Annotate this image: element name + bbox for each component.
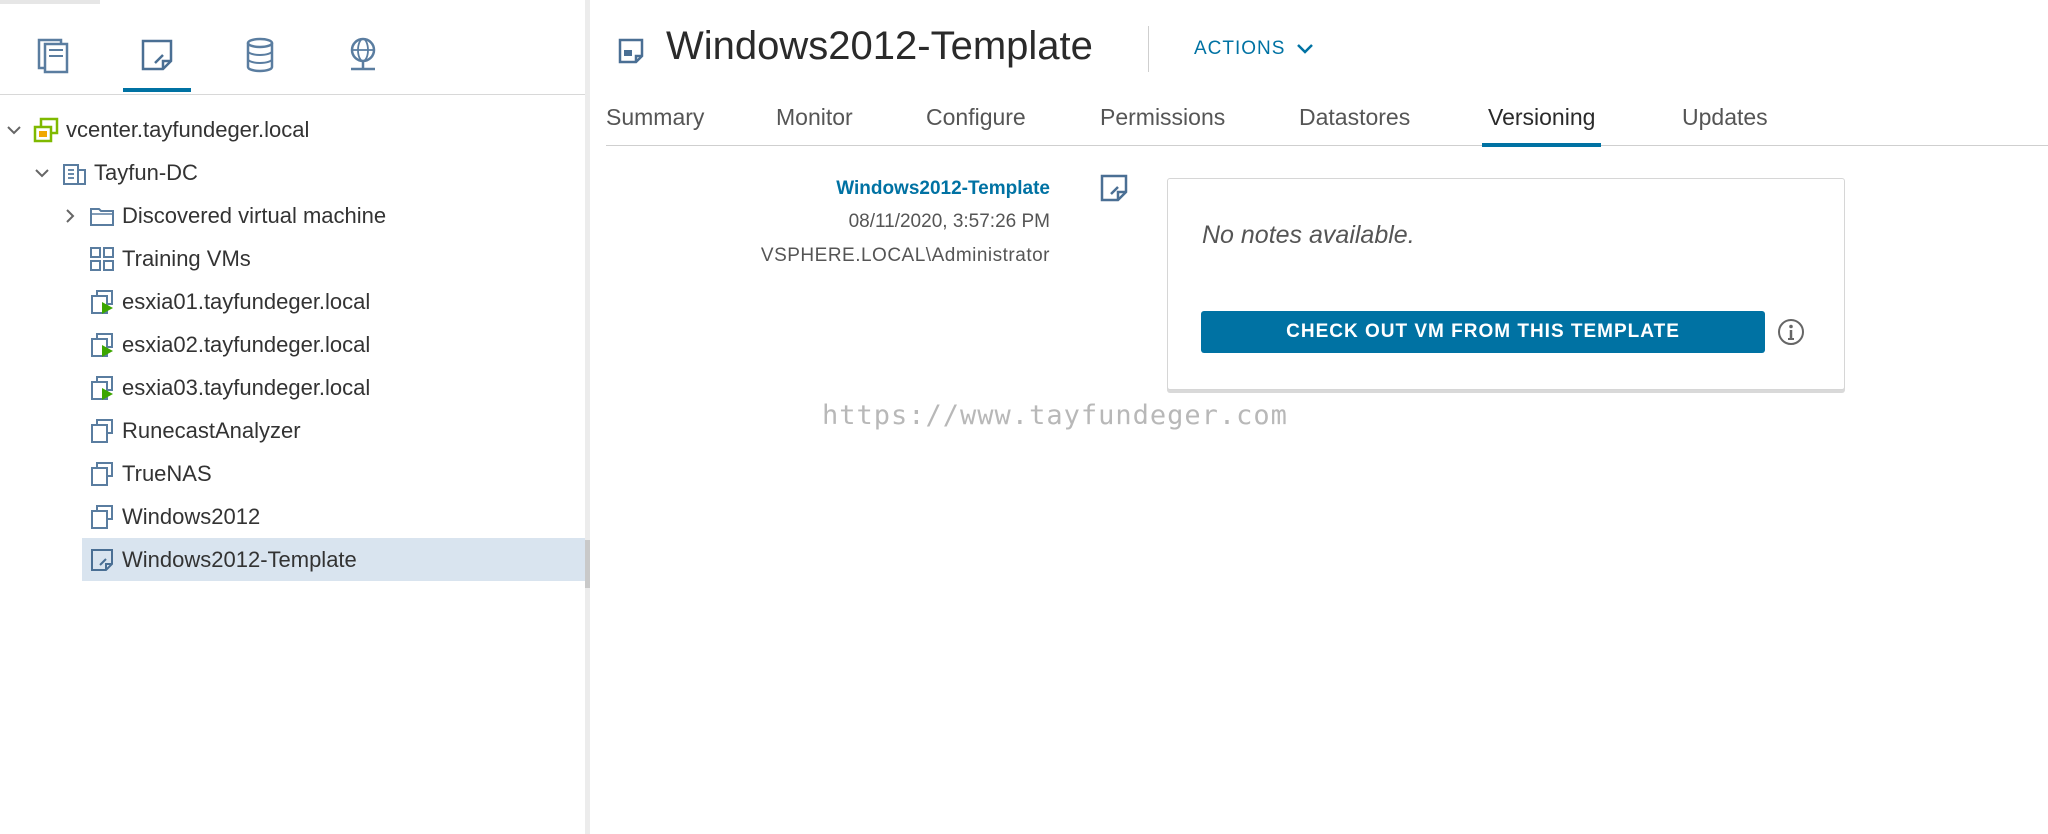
tab-monitor[interactable]: Monitor [776, 100, 853, 146]
navigator-tabs [0, 0, 589, 95]
tree-item-label: Tayfun-DC [94, 159, 198, 185]
version-name-link[interactable]: Windows2012-Template [836, 178, 1050, 200]
chevron-down-icon[interactable] [2, 118, 26, 142]
tree-item-vm-esxia03[interactable]: esxia03.tayfundeger.local [88, 366, 582, 409]
watermark-text: https://www.tayfundeger.com [822, 400, 1288, 431]
vm-template-icon [1100, 174, 1128, 202]
tree-item-datacenter[interactable]: Tayfun-DC [30, 151, 582, 194]
vm-template-icon [618, 38, 644, 64]
tree-item-label: Training VMs [122, 245, 251, 271]
object-tabs: Summary Monitor Configure Permissions Da… [606, 100, 2048, 147]
notes-text: No notes available. [1202, 221, 1415, 249]
vm-icon [88, 417, 116, 445]
chevron-down-icon[interactable] [30, 161, 54, 185]
datastore-icon [246, 37, 274, 73]
header-divider [1148, 26, 1149, 72]
chevron-down-icon [1297, 44, 1314, 54]
nav-tab-hosts-and-clusters[interactable] [20, 28, 88, 92]
folder-icon [88, 202, 116, 230]
tab-datastores[interactable]: Datastores [1299, 100, 1410, 146]
tab-configure[interactable]: Configure [926, 100, 1026, 146]
vm-icon [88, 460, 116, 488]
vcenter-icon [32, 116, 60, 144]
tree-item-vm-runecast[interactable]: RunecastAnalyzer [88, 409, 582, 452]
tab-permissions[interactable]: Permissions [1100, 100, 1225, 146]
vm-template-icon [88, 546, 116, 574]
actions-label: ACTIONS [1194, 38, 1286, 59]
tree-item-template-windows2012[interactable]: Windows2012-Template [82, 538, 585, 581]
vapp-icon [88, 245, 116, 273]
version-timestamp: 08/11/2020, 3:57:26 PM [848, 211, 1050, 232]
nav-tab-storage[interactable] [226, 28, 294, 92]
tree-item-vapp[interactable]: Training VMs [88, 237, 582, 280]
tree-item-label: esxia03.tayfundeger.local [122, 374, 371, 400]
tree-item-label: esxia02.tayfundeger.local [122, 331, 371, 357]
tree-item-label: esxia01.tayfundeger.local [122, 288, 371, 314]
network-icon [350, 37, 376, 71]
vm-powered-on-icon [88, 374, 116, 402]
vm-powered-on-icon [88, 331, 116, 359]
tree-item-label: Windows2012-Template [122, 546, 357, 572]
check-out-vm-button[interactable]: CHECK OUT VM FROM THIS TEMPLATE [1201, 311, 1765, 353]
tree-item-label: Windows2012 [122, 503, 261, 529]
tree-item-label: vcenter.tayfundeger.local [66, 116, 310, 142]
tab-versioning[interactable]: Versioning [1481, 100, 1602, 147]
tree-item-vm-esxia01[interactable]: esxia01.tayfundeger.local [88, 280, 582, 323]
vm-template-icon [141, 39, 173, 71]
object-header: Windows2012-Template ACTIONS [590, 0, 2048, 100]
tree-item-label: RunecastAnalyzer [122, 417, 301, 443]
nav-tab-vms-and-templates[interactable] [123, 28, 191, 92]
page-title: Windows2012-Template [666, 24, 1093, 68]
vm-icon [88, 503, 116, 531]
tree-item-label: Discovered virtual machine [122, 202, 387, 228]
version-author: VSPHERE.LOCAL\Administrator [760, 245, 1050, 266]
datacenter-icon [60, 159, 88, 187]
actions-menu-button[interactable]: ACTIONS [1194, 38, 1315, 60]
content-pane: Windows2012-Template ACTIONS Summary Mon… [590, 0, 2048, 834]
hosts-clusters-icon [37, 38, 69, 74]
vm-powered-on-icon [88, 288, 116, 316]
tab-updates[interactable]: Updates [1682, 100, 1768, 146]
tree-item-vm-esxia02[interactable]: esxia02.tayfundeger.local [88, 323, 582, 366]
tree-item-vm-truenas[interactable]: TrueNAS [88, 452, 582, 495]
info-icon[interactable] [1776, 317, 1806, 347]
nav-tab-networking[interactable] [329, 28, 397, 92]
notes-card: No notes available. CHECK OUT VM FROM TH… [1167, 178, 1845, 390]
chevron-right-icon[interactable] [58, 204, 82, 228]
tree-item-folder[interactable]: Discovered virtual machine [58, 194, 582, 237]
tree-item-vcenter[interactable]: vcenter.tayfundeger.local [2, 108, 582, 151]
tree-item-vm-windows2012[interactable]: Windows2012 [88, 495, 582, 538]
tab-summary[interactable]: Summary [606, 100, 704, 146]
tree-item-label: TrueNAS [122, 460, 212, 486]
navigator-pane: vcenter.tayfundeger.local Tayfun-DC Disc… [0, 0, 589, 834]
